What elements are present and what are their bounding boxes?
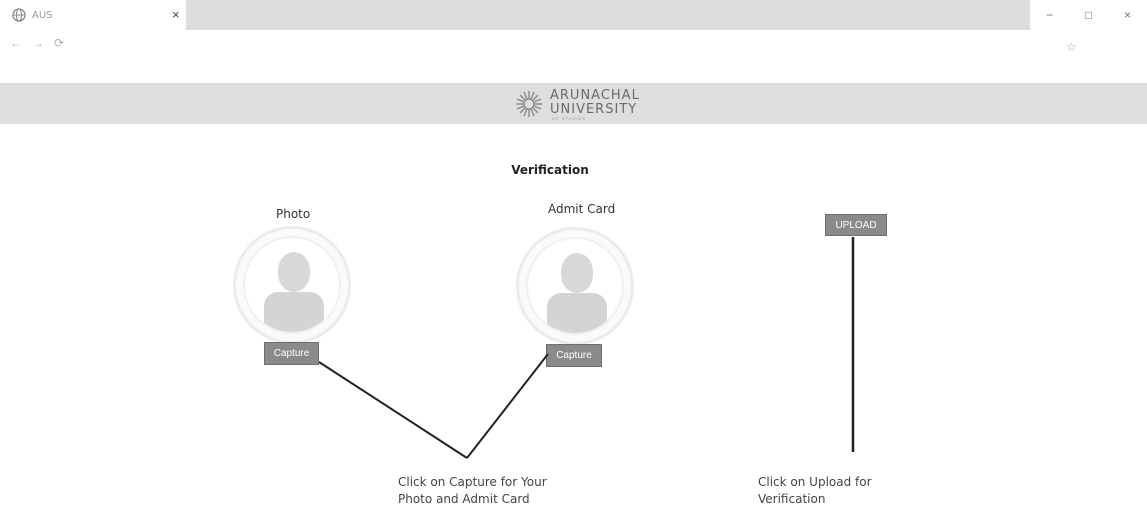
university-logo: ARUNACHAL UNIVERSITY OF STUDIES [512, 83, 642, 124]
logo-text-university: UNIVERSITY [550, 102, 638, 117]
browser-tab[interactable]: AUS × [0, 0, 186, 30]
note-line: Click on Upload for [758, 475, 872, 489]
photo-avatar-placeholder [233, 226, 351, 344]
avatar-head-icon [561, 253, 593, 293]
site-header: ARUNACHAL UNIVERSITY OF STUDIES [0, 83, 1147, 124]
note-line: Verification [758, 492, 826, 506]
minimize-icon[interactable]: − [1035, 8, 1065, 22]
logo-text-arunachal: ARUNACHAL [550, 88, 640, 103]
window-controls: − □ × [1030, 0, 1147, 30]
page-title: Verification [511, 163, 589, 177]
reload-icon[interactable]: ⟳ [54, 36, 64, 50]
pointer-line-admit-card [466, 353, 549, 459]
avatar-head-icon [278, 252, 310, 292]
avatar-body-icon [264, 292, 324, 332]
upload-instruction-note: Click on Upload for Verification [758, 474, 872, 508]
capture-instruction-note: Click on Capture for Your Photo and Admi… [398, 474, 547, 508]
restore-icon[interactable]: □ [1074, 8, 1104, 22]
note-line: Click on Capture for Your [398, 475, 547, 489]
admit-card-capture-button[interactable]: Capture [546, 344, 602, 367]
bookmark-star-icon[interactable]: ☆ [1066, 40, 1077, 54]
tab-close-icon[interactable]: × [172, 8, 180, 22]
upload-button[interactable]: UPLOAD [825, 214, 887, 236]
admit-card-label: Admit Card [548, 202, 616, 216]
avatar-circle [526, 237, 624, 335]
tab-title: AUS [32, 9, 53, 21]
avatar-circle [243, 236, 341, 334]
photo-capture-button[interactable]: Capture [264, 342, 319, 365]
browser-tab-bar: AUS × − □ × [0, 0, 1147, 30]
pointer-line-photo [318, 361, 468, 459]
admit-card-avatar-placeholder [516, 227, 634, 345]
logo-tagline: OF STUDIES [552, 116, 587, 121]
globe-icon [12, 8, 26, 22]
photo-label: Photo [276, 207, 311, 221]
sun-emblem-icon [516, 91, 542, 117]
forward-arrow-icon[interactable]: → [32, 36, 44, 50]
back-arrow-icon[interactable]: ← [10, 36, 22, 50]
avatar-body-icon [547, 293, 607, 333]
browser-nav-bar: ← → ⟳ ☆ [0, 30, 1147, 60]
note-line: Photo and Admit Card [398, 492, 530, 506]
window-close-icon[interactable]: × [1113, 8, 1143, 22]
tab-strip [186, 0, 1030, 30]
